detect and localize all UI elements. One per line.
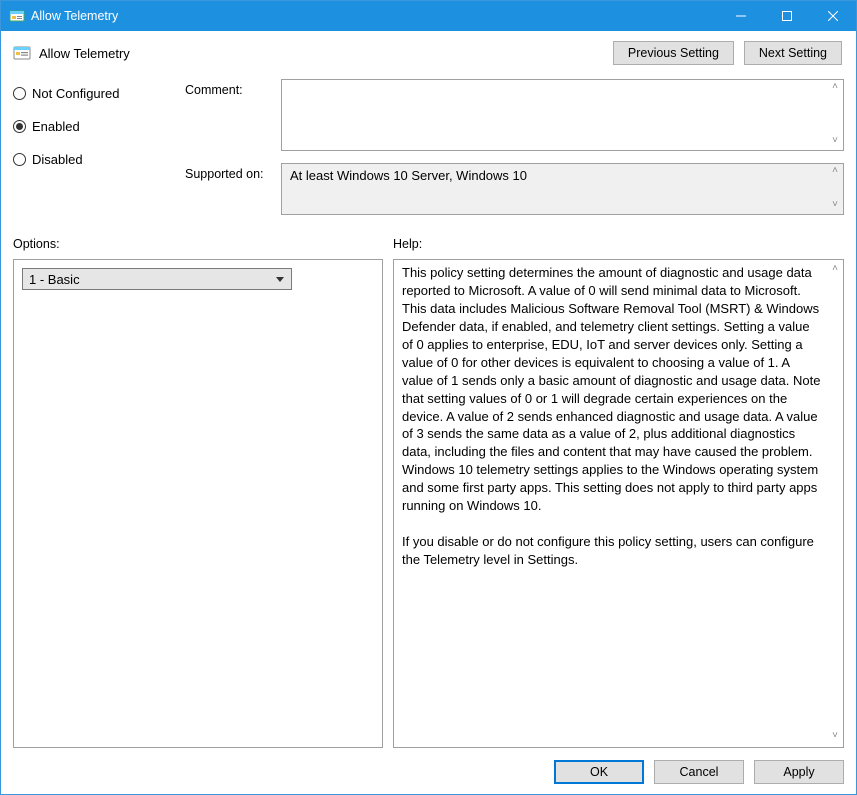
scroll-down-icon: ˅ (829, 200, 841, 212)
chevron-down-icon (273, 277, 287, 282)
comment-field[interactable]: ˄ ˅ (281, 79, 844, 151)
maximize-button[interactable] (764, 1, 810, 31)
policy-icon (13, 44, 31, 62)
radio-label: Enabled (32, 119, 80, 134)
client-area: Allow Telemetry Previous Setting Next Se… (1, 31, 856, 794)
help-text-p1: This policy setting determines the amoun… (402, 264, 821, 515)
options-label: Options: (13, 237, 393, 251)
app-icon (9, 8, 25, 24)
comment-label: Comment: (185, 79, 281, 97)
radio-icon (13, 87, 26, 100)
supported-on-value: At least Windows 10 Server, Windows 10 (290, 168, 527, 183)
telemetry-level-dropdown[interactable]: 1 - Basic (22, 268, 292, 290)
radio-not-configured[interactable]: Not Configured (13, 86, 185, 101)
state-radio-group: Not Configured Enabled Disabled (13, 79, 185, 215)
help-text-p2: If you disable or do not configure this … (402, 533, 821, 569)
radio-label: Not Configured (32, 86, 119, 101)
ok-button[interactable]: OK (554, 760, 644, 784)
cancel-button[interactable]: Cancel (654, 760, 744, 784)
radio-label: Disabled (32, 152, 83, 167)
header-row: Allow Telemetry Previous Setting Next Se… (13, 41, 844, 65)
scroll-down-icon: ˅ (829, 136, 841, 148)
scroll-up-icon: ˄ (829, 264, 841, 276)
mid-labels: Options: Help: (13, 237, 844, 251)
radio-icon (13, 153, 26, 166)
radio-icon (13, 120, 26, 133)
scroll-up-icon: ˄ (829, 166, 841, 178)
supported-on-field: ˄ ˅ At least Windows 10 Server, Windows … (281, 163, 844, 215)
options-pane: 1 - Basic (13, 259, 383, 748)
close-button[interactable] (810, 1, 856, 31)
help-pane: ˄ ˅ This policy setting determines the a… (393, 259, 844, 748)
supported-on-label: Supported on: (185, 163, 281, 181)
lower-panes: 1 - Basic ˄ ˅ This policy setting determ… (13, 259, 844, 748)
dialog-window: Allow Telemetry Allow Telemetry (0, 0, 857, 795)
scroll-up-icon: ˄ (829, 82, 841, 94)
dropdown-value: 1 - Basic (29, 272, 80, 287)
policy-title: Allow Telemetry (39, 46, 613, 61)
scroll-down-icon: ˅ (829, 731, 841, 743)
radio-disabled[interactable]: Disabled (13, 152, 185, 167)
next-setting-button[interactable]: Next Setting (744, 41, 842, 65)
minimize-button[interactable] (718, 1, 764, 31)
window-title: Allow Telemetry (31, 9, 718, 23)
help-label: Help: (393, 237, 844, 251)
button-row: OK Cancel Apply (13, 748, 844, 784)
titlebar: Allow Telemetry (1, 1, 856, 31)
previous-setting-button[interactable]: Previous Setting (613, 41, 734, 65)
radio-enabled[interactable]: Enabled (13, 119, 185, 134)
apply-button[interactable]: Apply (754, 760, 844, 784)
upper-grid: Not Configured Enabled Disabled Comment:… (13, 79, 844, 215)
